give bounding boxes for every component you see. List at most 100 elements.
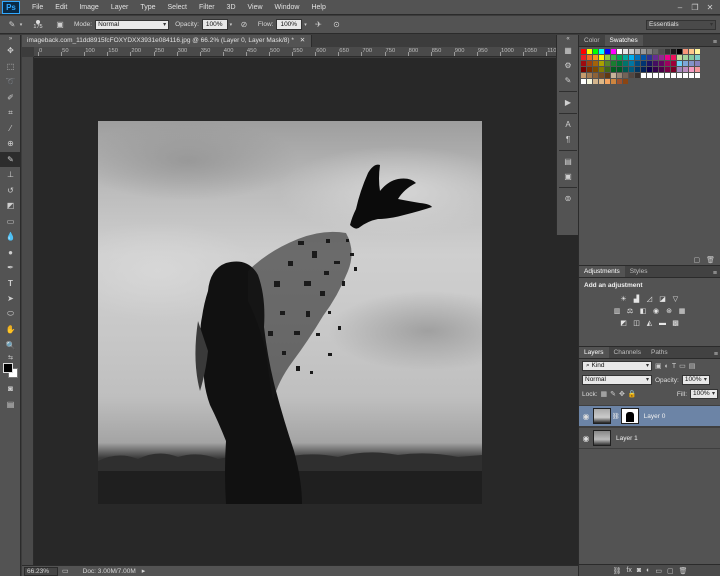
zoom-field[interactable]: 66.23%: [24, 566, 58, 576]
color-swatches[interactable]: [0, 361, 21, 381]
swatch[interactable]: [659, 73, 664, 78]
blur-tool-icon[interactable]: 💧: [0, 229, 21, 245]
layer-name[interactable]: Layer 1: [616, 435, 638, 442]
character-panel-icon[interactable]: A: [557, 117, 579, 132]
brush-size-picker[interactable]: 175: [30, 18, 46, 32]
swatch[interactable]: [671, 73, 676, 78]
chevron-down-icon[interactable]: ▾: [302, 19, 308, 31]
swatch[interactable]: [695, 61, 700, 66]
gradient-map-icon[interactable]: ▬: [658, 318, 668, 328]
kind-filter-select[interactable]: ⌕ Kind: [582, 361, 652, 371]
dock-collapse-icon[interactable]: «: [557, 35, 579, 43]
swatch[interactable]: [659, 61, 664, 66]
swatch[interactable]: [665, 49, 670, 54]
new-group-icon[interactable]: ▭: [655, 567, 662, 575]
tab-paths[interactable]: Paths: [646, 347, 673, 358]
eyedropper-tool-icon[interactable]: ⁄: [0, 121, 21, 137]
marquee-tool-icon[interactable]: ⬚: [0, 59, 21, 75]
tab-layers[interactable]: Layers: [579, 347, 609, 358]
link-icon[interactable]: ⛓: [612, 413, 620, 420]
paragraph-panel-icon[interactable]: ¶: [557, 132, 579, 147]
swatch[interactable]: [623, 79, 628, 84]
swatch[interactable]: [587, 61, 592, 66]
swatch[interactable]: [683, 55, 688, 60]
adjustment-filter-icon[interactable]: ◐: [665, 363, 669, 370]
zoom-tool-icon[interactable]: 🔍: [0, 338, 21, 354]
photo-filter-icon[interactable]: ◉: [651, 306, 661, 316]
layer-row-layer-0[interactable]: ◉ ⛓ Layer 0: [579, 405, 720, 427]
levels-icon[interactable]: ▟: [632, 294, 642, 304]
play-actions-icon[interactable]: ▶: [557, 95, 579, 110]
threshold-icon[interactable]: ◭: [645, 318, 655, 328]
swatch[interactable]: [605, 61, 610, 66]
vibrance-icon[interactable]: ▽: [671, 294, 681, 304]
swatch[interactable]: [653, 55, 658, 60]
swatch[interactable]: [623, 49, 628, 54]
swatch[interactable]: [623, 55, 628, 60]
panel-menu-icon[interactable]: ≡: [713, 39, 720, 46]
swatch[interactable]: [593, 73, 598, 78]
swatch[interactable]: [593, 55, 598, 60]
visibility-eye-icon[interactable]: ◉: [579, 412, 593, 421]
swatch[interactable]: [689, 73, 694, 78]
swatch[interactable]: [587, 79, 592, 84]
curves-icon[interactable]: ◿: [645, 294, 655, 304]
swatch[interactable]: [587, 67, 592, 72]
swatch[interactable]: [629, 61, 634, 66]
swatch[interactable]: [623, 67, 628, 72]
exposure-icon[interactable]: ◪: [658, 294, 668, 304]
menu-type[interactable]: Type: [134, 0, 161, 15]
swatch[interactable]: [623, 61, 628, 66]
airbrush-icon[interactable]: ✈: [312, 19, 324, 31]
swatch[interactable]: [653, 49, 658, 54]
delete-layer-icon[interactable]: 🗑: [679, 567, 688, 575]
history-brush-tool-icon[interactable]: ↺: [0, 183, 21, 199]
swatch[interactable]: [635, 73, 640, 78]
layer-row-layer-1[interactable]: ◉ Layer 1: [579, 427, 720, 449]
clone-stamp-tool-icon[interactable]: ⊥: [0, 167, 21, 183]
shape-tool-icon[interactable]: ⬭: [0, 307, 21, 323]
menu-edit[interactable]: Edit: [49, 0, 73, 15]
swatch[interactable]: [629, 73, 634, 78]
menu-help[interactable]: Help: [305, 0, 331, 15]
swatch[interactable]: [647, 73, 652, 78]
foreground-color-swatch[interactable]: [3, 363, 13, 373]
swatch[interactable]: [629, 67, 634, 72]
swatch[interactable]: [689, 49, 694, 54]
lasso-tool-icon[interactable]: ➰: [0, 74, 21, 90]
swatch[interactable]: [689, 67, 694, 72]
actions-panel-icon[interactable]: ⚙: [557, 58, 579, 73]
pressure-size-icon[interactable]: ⊙: [330, 19, 342, 31]
document-image[interactable]: [98, 121, 482, 504]
swatch[interactable]: [581, 67, 586, 72]
channel-mixer-icon[interactable]: ⊛: [664, 306, 674, 316]
swatch[interactable]: [599, 79, 604, 84]
panel-menu-icon[interactable]: ≡: [713, 270, 720, 277]
pen-tool-icon[interactable]: ✒: [0, 260, 21, 276]
blend-mode-select[interactable]: Normal: [582, 375, 652, 385]
crop-tool-icon[interactable]: ⌗: [0, 105, 21, 121]
brush-panel-icon[interactable]: ▣: [54, 19, 66, 31]
swatch[interactable]: [677, 49, 682, 54]
swatch[interactable]: [653, 73, 658, 78]
swatch[interactable]: [581, 49, 586, 54]
menu-file[interactable]: File: [26, 0, 49, 15]
swatch[interactable]: [659, 55, 664, 60]
swatch[interactable]: [611, 73, 616, 78]
swatch[interactable]: [671, 49, 676, 54]
black-white-icon[interactable]: ◧: [638, 306, 648, 316]
tab-swatches[interactable]: Swatches: [604, 35, 643, 46]
invert-icon[interactable]: ◩: [619, 318, 629, 328]
swap-colors-icon[interactable]: ⇆: [0, 353, 21, 361]
swatch[interactable]: [581, 55, 586, 60]
swatch[interactable]: [611, 55, 616, 60]
eraser-tool-icon[interactable]: ◩: [0, 198, 21, 214]
swatch[interactable]: [611, 49, 616, 54]
swatch[interactable]: [635, 61, 640, 66]
shape-filter-icon[interactable]: ▭: [679, 362, 686, 370]
zoom-info-icon[interactable]: ▭: [62, 567, 69, 575]
swatch[interactable]: [587, 73, 592, 78]
color-balance-icon[interactable]: ⚖: [625, 306, 635, 316]
menu-window[interactable]: Window: [269, 0, 306, 15]
swatch[interactable]: [599, 55, 604, 60]
